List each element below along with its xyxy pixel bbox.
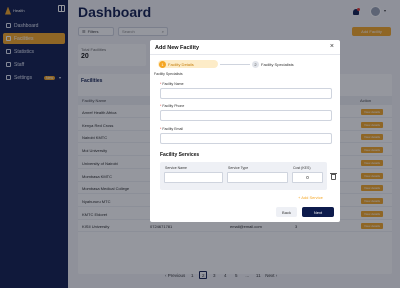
facility-email-label: * Facility Email (160, 127, 183, 131)
section-label: Facility Specialists (154, 72, 183, 76)
step-number: 1 (159, 60, 166, 68)
service-name-label: Service Name (165, 166, 187, 170)
step-label: Facility Specialists (261, 61, 294, 67)
step-label: Facility Details (168, 61, 194, 67)
step-number: 2 (252, 60, 259, 68)
trash-icon[interactable] (330, 173, 337, 180)
facility-email-field[interactable] (160, 133, 332, 144)
facility-phone-label: * Facility Phone (160, 104, 185, 108)
services-title: Facility Services (160, 152, 200, 158)
step-facility-specialists[interactable]: 2 Facility Specialists (252, 60, 294, 68)
cost-label: Cost (KES) (293, 166, 311, 170)
step-facility-details[interactable]: 1 Facility Details (158, 60, 218, 68)
cost-input[interactable]: 0 (292, 172, 323, 183)
back-button[interactable]: Back (276, 207, 297, 217)
app-root: Health Dashboard Facilities Statistics S… (0, 0, 400, 288)
service-row: Service Name Service Type Cost (KES) 0 (160, 162, 327, 190)
modal-title: Add New Facility (155, 45, 200, 51)
service-type-label: Service Type (228, 166, 249, 170)
next-button[interactable]: Next (302, 207, 334, 217)
facility-name-label: * Facility Name (160, 82, 184, 86)
divider (150, 54, 340, 55)
close-icon[interactable]: × (330, 43, 334, 50)
add-service-button[interactable]: + Add Service (298, 195, 323, 200)
facility-phone-field[interactable] (160, 110, 332, 121)
step-connector (220, 64, 250, 65)
facility-name-field[interactable] (160, 88, 332, 99)
service-type-input[interactable] (227, 172, 288, 183)
service-name-input[interactable] (164, 172, 223, 183)
add-facility-modal: Add New Facility × 1 Facility Details 2 … (150, 40, 340, 222)
